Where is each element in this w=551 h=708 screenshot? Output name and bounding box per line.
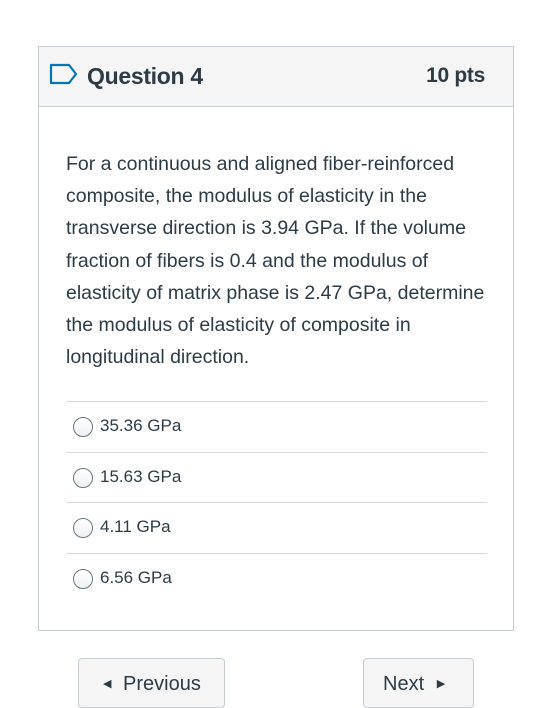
- answer-option[interactable]: 4.11 GPa: [66, 502, 487, 553]
- question-title: Question 4: [87, 63, 203, 89]
- bookmark-flag-icon[interactable]: [49, 63, 79, 85]
- previous-button[interactable]: ◀ Previous: [78, 658, 225, 708]
- caret-right-icon: ▶: [436, 678, 446, 690]
- previous-button-label: Previous: [123, 673, 201, 695]
- question-header: Question 4 10 pts: [39, 47, 513, 107]
- answer-option[interactable]: 35.36 GPa: [66, 401, 487, 452]
- answer-label[interactable]: 35.36 GPa: [100, 416, 181, 436]
- radio-unselected-icon[interactable]: [73, 467, 93, 488]
- radio-unselected-icon[interactable]: [73, 518, 93, 538]
- answer-option[interactable]: 6.56 GPa: [66, 552, 487, 604]
- answer-label[interactable]: 4.11 GPa: [100, 517, 171, 537]
- question-points: 10 pts: [426, 64, 485, 87]
- caret-left-icon: ◀: [103, 678, 112, 690]
- question-text: For a continuous and aligned fiber-reinf…: [66, 153, 485, 369]
- next-button-label: Next: [383, 673, 425, 695]
- next-button[interactable]: Next ▶: [363, 658, 474, 708]
- answer-option[interactable]: 15.63 GPa: [66, 451, 487, 503]
- question-card: Question 4 10 pts For a continuous and a…: [38, 46, 514, 631]
- answer-label[interactable]: 15.63 GPa: [100, 467, 181, 487]
- radio-unselected-icon[interactable]: [73, 417, 93, 437]
- radio-unselected-icon[interactable]: [73, 568, 93, 589]
- answer-list: 35.36 GPa 15.63 GPa 4.11 GPa 6.56 GPa: [66, 401, 487, 603]
- answer-label[interactable]: 6.56 GPa: [100, 568, 172, 588]
